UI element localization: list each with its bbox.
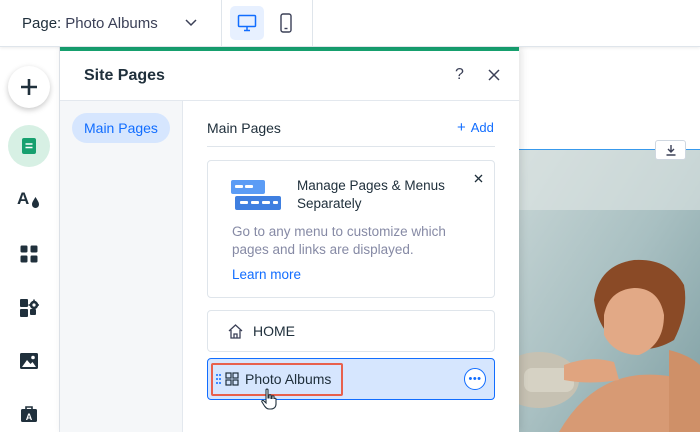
pages-menu-button[interactable] — [8, 125, 50, 167]
panel-sidebar: Main Pages — [60, 101, 183, 432]
page-icon — [22, 138, 36, 154]
plus-icon — [21, 79, 37, 95]
image-icon — [20, 353, 38, 369]
mobile-icon — [280, 13, 292, 33]
text-drop-icon: A — [17, 189, 39, 208]
site-design-button[interactable]: A — [8, 178, 50, 220]
panel-header: Site Pages ? — [60, 51, 519, 101]
hero-photo — [519, 150, 700, 432]
editor-canvas[interactable] — [519, 47, 700, 432]
download-icon — [666, 145, 675, 156]
highlight-annotation — [211, 363, 343, 396]
toolbar-divider — [312, 0, 313, 47]
home-icon — [228, 323, 243, 339]
more-icon: ••• — [468, 373, 482, 385]
menu-illustration-icon — [231, 180, 281, 210]
page-item-label: HOME — [253, 323, 295, 339]
left-toolbar: A A — [0, 47, 60, 432]
info-card: Manage Pages & Menus Separately Go to an… — [207, 160, 495, 298]
site-pages-panel: Site Pages ? Main Pages Main Pages + Add — [60, 46, 519, 432]
page-selector-dropdown[interactable]: Page: Photo Albums — [0, 0, 222, 47]
close-icon[interactable] — [474, 174, 483, 183]
top-bar: Page: Photo Albums — [0, 0, 700, 47]
info-card-body: Go to any menu to customize which pages … — [232, 224, 446, 257]
desktop-view-button[interactable] — [230, 6, 264, 40]
desktop-icon — [237, 14, 257, 32]
page-item-home[interactable]: HOME — [207, 310, 495, 352]
apps-grid-icon — [20, 245, 38, 263]
briefcase-icon: A — [21, 406, 37, 422]
more-actions-button[interactable]: ••• — [464, 368, 486, 390]
puzzle-gear-icon — [20, 299, 39, 317]
apps-button[interactable] — [8, 233, 50, 275]
sidebar-item-main-pages[interactable]: Main Pages — [72, 113, 170, 143]
plus-icon: + — [457, 119, 466, 136]
add-elements-button[interactable] — [8, 66, 50, 108]
learn-more-link[interactable]: Learn more — [232, 267, 301, 282]
page-item-photo-albums[interactable]: Photo Albums ••• — [207, 358, 495, 410]
svg-text:A: A — [26, 412, 33, 422]
panel-title: Site Pages — [84, 67, 165, 84]
pages-content: Main Pages + Add Manage Pages & Menus Se… — [183, 101, 519, 432]
close-icon[interactable] — [488, 69, 500, 81]
help-button[interactable]: ? — [455, 66, 464, 84]
page-selector-label: Page: — [22, 15, 62, 32]
media-button[interactable] — [8, 340, 50, 382]
page-selector-value: Photo Albums — [65, 15, 158, 32]
svg-text:A: A — [17, 189, 29, 208]
info-card-title: Manage Pages & Menus Separately — [297, 178, 445, 211]
hand-cursor-icon — [261, 388, 277, 410]
chevron-down-icon — [185, 19, 197, 27]
mobile-view-button[interactable] — [269, 6, 303, 40]
business-tools-button[interactable] — [8, 287, 50, 329]
section-download-button[interactable] — [655, 140, 686, 160]
divider — [207, 146, 495, 147]
portfolio-button[interactable]: A — [8, 393, 50, 432]
section-title: Main Pages — [207, 120, 281, 136]
add-page-button[interactable]: + Add — [457, 120, 494, 135]
add-page-label: Add — [470, 120, 494, 135]
